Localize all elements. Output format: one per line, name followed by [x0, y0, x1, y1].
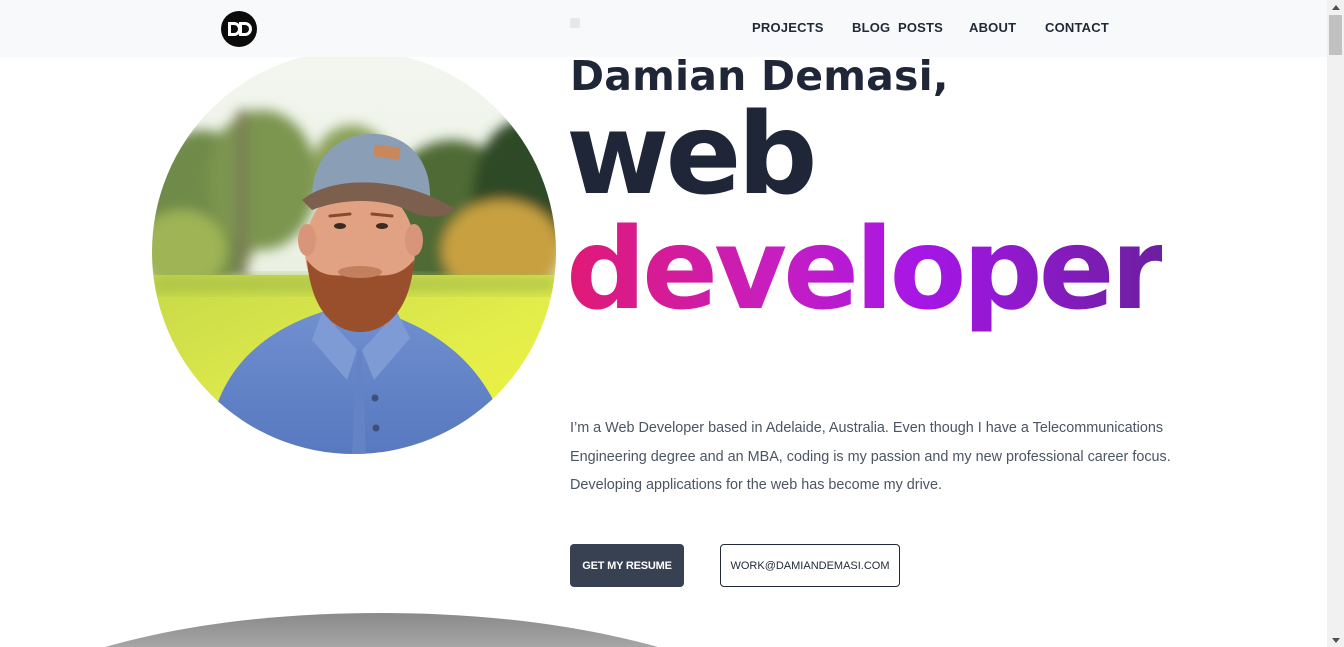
nav-contact[interactable]: CONTACT — [1045, 20, 1109, 35]
dd-monogram-logo-icon — [228, 22, 252, 36]
hero-role-line2: developer — [566, 205, 1166, 335]
section-divider-dome — [105, 613, 658, 647]
site-logo[interactable] — [221, 11, 257, 47]
greeting-faded-text — [570, 16, 584, 30]
scrollbar-thumb[interactable] — [1329, 15, 1342, 55]
email-button[interactable]: WORK@DAMIANDEMASI.COM — [720, 544, 900, 587]
portrait-image — [152, 50, 556, 454]
page-scrollbar[interactable] — [1327, 0, 1344, 647]
page: PROJECTS BLOG POSTS ABOUT CONTACT Damian… — [0, 0, 1344, 647]
nav-blog-posts[interactable]: BLOG POSTS — [852, 20, 943, 35]
scroll-up-arrow-icon[interactable] — [1327, 0, 1344, 14]
nav-about[interactable]: ABOUT — [969, 20, 1016, 35]
hero-role-line1: web — [566, 90, 818, 220]
scroll-down-arrow-icon[interactable] — [1327, 633, 1344, 647]
get-resume-button[interactable]: GET MY RESUME — [570, 544, 684, 587]
hero-intro: I’m a Web Developer based in Adelaide, A… — [570, 420, 1171, 494]
profile-portrait — [152, 50, 556, 454]
nav-projects[interactable]: PROJECTS — [752, 20, 824, 35]
site-header: PROJECTS BLOG POSTS ABOUT CONTACT — [0, 0, 1327, 57]
wave-icon — [570, 18, 580, 28]
